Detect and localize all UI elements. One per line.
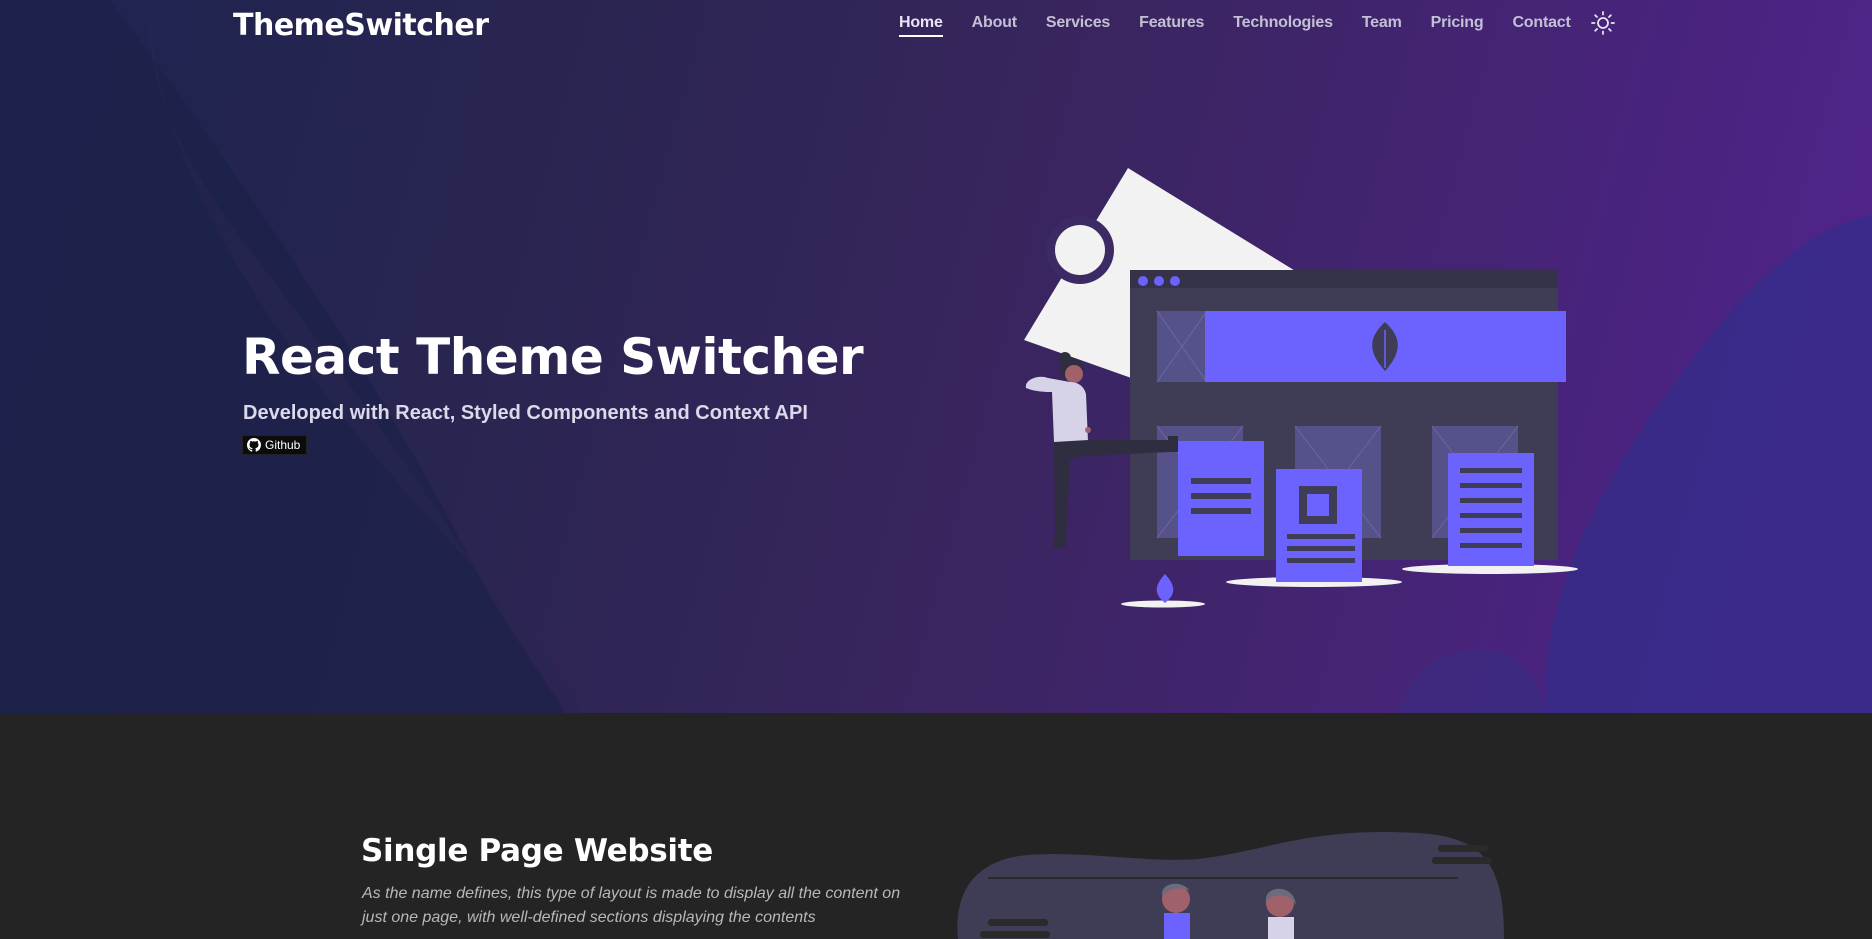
- sun-icon: [1591, 11, 1615, 35]
- nav-item-contact[interactable]: Contact: [1512, 14, 1570, 37]
- nav-item-features[interactable]: Features: [1139, 14, 1204, 37]
- section-description: As the name defines, this type of layout…: [362, 885, 901, 926]
- team-illustration: [957, 832, 1504, 939]
- hero-subtitle: Developed with React, Styled Components …: [243, 402, 808, 424]
- nav-item-about[interactable]: About: [972, 14, 1017, 37]
- brand-logo[interactable]: ThemeSwitcher: [233, 8, 489, 43]
- nav-menu: Home About Services Features Technologie…: [899, 14, 1600, 37]
- hero-title: React Theme Switcher: [242, 328, 864, 386]
- github-button[interactable]: Github: [242, 435, 308, 455]
- nav-item-team[interactable]: Team: [1362, 14, 1402, 37]
- nav-item-technologies[interactable]: Technologies: [1233, 14, 1333, 37]
- nav-item-pricing[interactable]: Pricing: [1431, 14, 1484, 37]
- section-title: Single Page Website: [361, 833, 713, 869]
- web-layout-illustration: [1024, 168, 1578, 608]
- nav-item-home[interactable]: Home: [899, 14, 943, 37]
- theme-toggle-button[interactable]: [1590, 10, 1616, 36]
- github-icon: [247, 438, 261, 452]
- nav-item-services[interactable]: Services: [1046, 14, 1110, 37]
- single-page-section: Single Page Website As the name defines,…: [0, 713, 1872, 939]
- hero-section: ThemeSwitcher Home About Services Featur…: [0, 0, 1872, 713]
- top-navbar: ThemeSwitcher Home About Services Featur…: [0, 0, 1872, 50]
- github-button-label: Github: [265, 438, 301, 452]
